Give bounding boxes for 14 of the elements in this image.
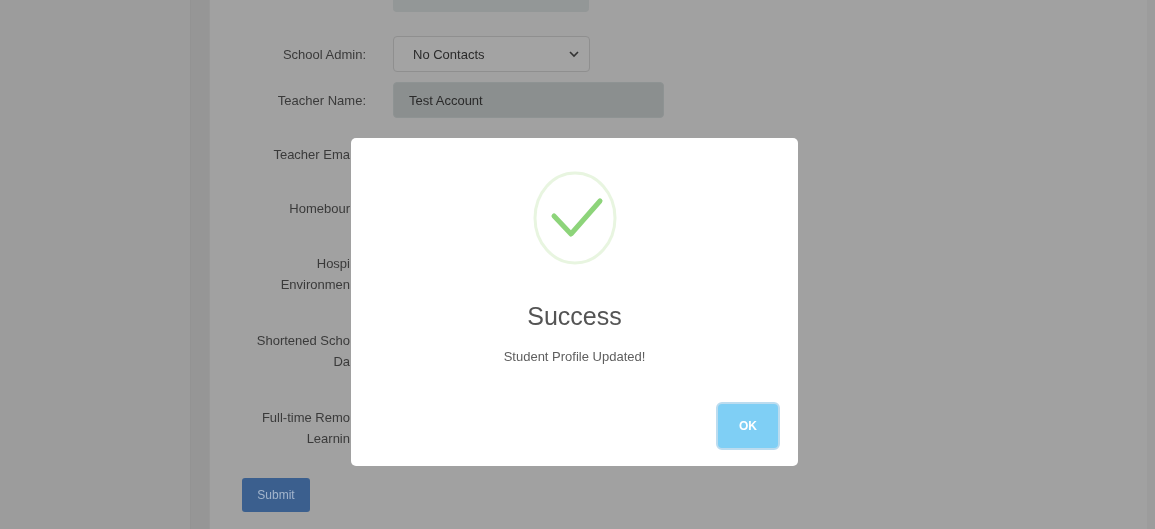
field-label: Teacher Ema bbox=[272, 145, 350, 164]
dropdown[interactable]: No Contacts bbox=[393, 36, 590, 72]
chevron-down-icon bbox=[569, 50, 579, 58]
field-label: Shortened Scho Da bbox=[255, 331, 350, 371]
success-check-icon bbox=[532, 170, 617, 266]
field-label: Homebour bbox=[288, 199, 350, 218]
dialog-title: Success bbox=[527, 302, 622, 331]
submit-button[interactable]: Submit bbox=[242, 478, 310, 512]
field-label: Full-time Remo Learnin bbox=[260, 408, 350, 448]
field-label: Hospi Environmen bbox=[279, 254, 350, 294]
dialog-message: Student Profile Updated! bbox=[503, 349, 646, 364]
input-field[interactable]: Test Account bbox=[393, 82, 664, 118]
field-label: Teacher Name: bbox=[276, 91, 367, 110]
field-label: School Admin: bbox=[281, 45, 367, 64]
